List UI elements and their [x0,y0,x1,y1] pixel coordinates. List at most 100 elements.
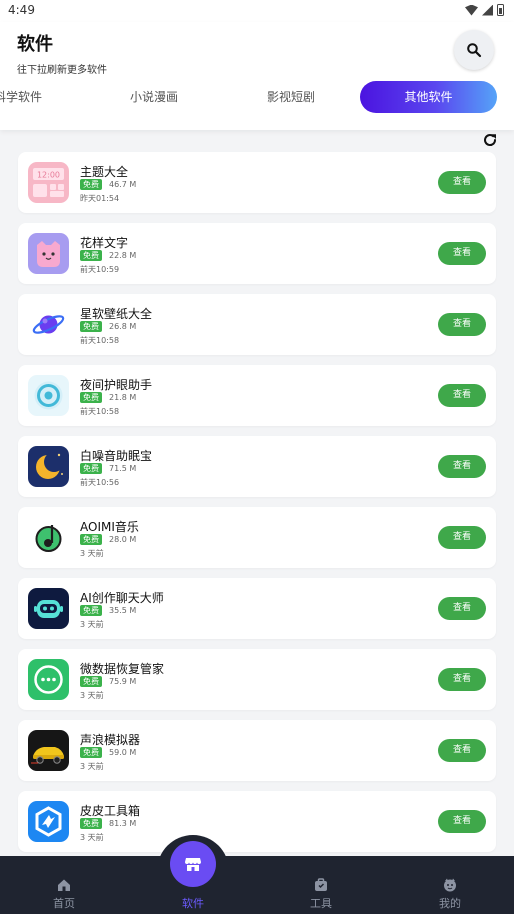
list-item[interactable]: 皮皮工具箱 免费 81.3 M 3 天前 查看 [18,791,496,852]
app-update-time: 前天10:58 [80,336,120,345]
status-bar: 4:49 [0,0,514,22]
free-badge: 免费 [80,463,102,474]
toolbox-icon [315,878,327,891]
bottom-nav: 首页 软件 工具 我的 [0,856,514,914]
app-size: 75.9 M [109,677,137,686]
list-item[interactable]: AOIMI音乐 免费 28.0 M 3 天前 查看 [18,507,496,568]
list-item[interactable]: 微数据恢复管家 免费 75.9 M 3 天前 查看 [18,649,496,710]
app-size: 81.3 M [109,819,137,828]
free-badge: 免费 [80,676,102,687]
app-size: 35.5 M [109,606,137,615]
music-app-icon [28,517,69,558]
tab-video-dramas[interactable]: 影视短剧 [246,81,336,113]
app-update-time: 前天10:58 [80,407,120,416]
profile-icon [444,878,456,892]
nav-label-mine: 我的 [439,897,461,910]
home-icon [58,879,70,891]
free-badge: 免费 [80,747,102,758]
chat-recovery-app-icon [28,659,69,700]
app-name: 夜间护眼助手 [80,378,153,392]
list-item[interactable]: 声浪模拟器 免费 59.0 M 3 天前 查看 [18,720,496,781]
app-name: AI创作聊天大师 [80,591,164,605]
app-name: 微数据恢复管家 [80,662,165,676]
app-name: 白噪音助眠宝 [80,449,153,463]
store-icon [185,858,201,871]
toolbox-app-icon [28,801,69,842]
app-name: 花样文字 [80,236,129,250]
list-item[interactable]: 白噪音助眠宝 免费 71.5 M 前天10:56 查看 [18,436,496,497]
status-time: 4:49 [8,3,35,17]
category-tabs: 科学软件 小说漫画 影视短剧 其他软件 [0,81,514,113]
view-button[interactable]: 查看 [438,810,486,833]
nav-label-home: 首页 [53,897,75,910]
app-size: 71.5 M [109,464,137,473]
view-button[interactable]: 查看 [438,171,486,194]
app-size: 59.0 M [109,748,137,757]
wifi-icon [465,4,478,16]
app-update-time: 3 天前 [80,620,104,629]
list-item[interactable]: 星软壁纸大全 免费 26.8 M 前天10:58 查看 [18,294,496,355]
app-name: 星软壁纸大全 [80,307,153,321]
app-size: 28.0 M [109,535,137,544]
list-item[interactable]: 12:00 主题大全 免费 46.7 M 昨天01:54 查看 [18,152,496,213]
theme-app-icon: 12:00 [28,162,69,203]
view-button[interactable]: 查看 [438,668,486,691]
free-badge: 免费 [80,392,102,403]
eye-app-icon [28,375,69,416]
planet-app-icon [28,304,69,345]
app-update-time: 3 天前 [80,762,104,771]
nav-item-home[interactable]: 首页 [24,856,104,914]
app-name: 主题大全 [80,165,129,179]
list-item[interactable]: AI创作聊天大师 免费 35.5 M 3 天前 查看 [18,578,496,639]
tab-science[interactable]: 科学软件 [0,81,42,113]
app-name: 皮皮工具箱 [80,804,141,818]
view-button[interactable]: 查看 [438,455,486,478]
free-badge: 免费 [80,605,102,616]
app-size: 22.8 M [109,251,137,260]
refresh-icon[interactable] [482,132,498,148]
nav-label-software: 软件 [182,897,204,910]
nav-item-mine[interactable]: 我的 [410,856,490,914]
tab-other-software[interactable]: 其他软件 [360,81,497,113]
page-title: 软件 [17,34,53,55]
view-button[interactable]: 查看 [438,739,486,762]
moon-app-icon [28,446,69,487]
app-name: 声浪模拟器 [80,733,141,747]
car-app-icon [28,730,69,771]
nav-label-tools: 工具 [310,897,332,910]
view-button[interactable]: 查看 [438,242,486,265]
app-name: AOIMI音乐 [80,520,139,534]
view-button[interactable]: 查看 [438,597,486,620]
list-item[interactable]: 花样文字 免费 22.8 M 前天10:59 查看 [18,223,496,284]
free-badge: 免费 [80,534,102,545]
battery-icon [497,4,504,16]
app-size: 21.8 M [109,393,137,402]
search-icon [467,43,482,58]
software-fab-button[interactable] [170,841,216,887]
nav-item-tools[interactable]: 工具 [281,856,361,914]
free-badge: 免费 [80,818,102,829]
app-list: 12:00 主题大全 免费 46.7 M 昨天01:54 查看 花样文字 免费 … [18,152,496,862]
app-update-time: 前天10:59 [80,265,120,274]
robot-app-icon [28,588,69,629]
app-update-time: 前天10:56 [80,478,120,487]
page-header: 软件 往下拉刷新更多软件 科学软件 小说漫画 影视短剧 其他软件 [0,22,514,130]
page-subtitle: 往下拉刷新更多软件 [17,65,107,76]
free-badge: 免费 [80,250,102,261]
tab-novels-comics[interactable]: 小说漫画 [110,81,198,113]
app-size: 26.8 M [109,322,137,331]
view-button[interactable]: 查看 [438,313,486,336]
free-badge: 免费 [80,321,102,332]
free-badge: 免费 [80,179,102,190]
app-update-time: 昨天01:54 [80,194,120,203]
list-item[interactable]: 夜间护眼助手 免费 21.8 M 前天10:58 查看 [18,365,496,426]
app-update-time: 3 天前 [80,833,104,842]
app-update-time: 3 天前 [80,549,104,558]
signal-icon [482,4,493,16]
search-button[interactable] [454,30,494,70]
view-button[interactable]: 查看 [438,384,486,407]
app-update-time: 3 天前 [80,691,104,700]
cat-app-icon [28,233,69,274]
view-button[interactable]: 查看 [438,526,486,549]
svg-text:12:00: 12:00 [37,171,60,180]
